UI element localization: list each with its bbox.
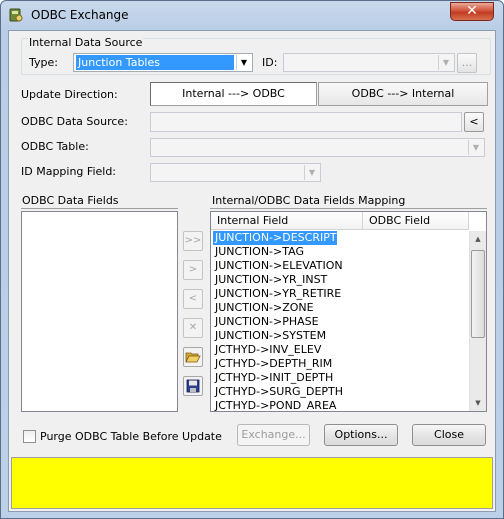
mapping-row[interactable]: JUNCTION->ELEVATION [213,259,343,273]
add-field-button[interactable]: > [183,260,203,280]
mapping-row[interactable]: JUNCTION->YR_RETIRE [213,287,341,301]
chevron-down-icon[interactable]: ▼ [236,55,251,70]
mapping-row[interactable]: JUNCTION->DESCRIPT [213,231,337,245]
mapping-scrollbar[interactable]: ▲ ▼ [469,231,486,411]
purge-table-checkbox[interactable] [23,430,36,443]
mapping-row[interactable]: JCTHYD->POND_AREA [213,399,336,411]
scroll-thumb[interactable] [471,250,485,338]
mapping-row[interactable]: JCTHYD->DEPTH_RIM [213,357,332,371]
type-select[interactable]: Junction Tables ▼ [73,53,253,72]
dialog-client-area: Internal Data Source Type: Junction Tabl… [8,30,496,512]
id-mapping-field-select[interactable]: ▼ [150,163,321,182]
direction-internal-to-odbc-button[interactable]: Internal ---> ODBC [150,82,317,106]
internal-data-source-title: Internal Data Source [28,36,144,49]
direction-odbc-to-internal-button[interactable]: ODBC ---> Internal [318,82,488,106]
odbc-data-source-field[interactable] [150,112,462,132]
odbc-data-fields-list[interactable] [21,211,178,412]
status-panel [11,457,493,509]
column-header-internal-field[interactable]: Internal Field [211,212,363,230]
close-button[interactable]: Close [412,424,486,446]
odbc-table-select[interactable]: ▼ [150,138,485,157]
remove-field-button[interactable]: < [183,289,203,309]
save-button[interactable] [183,376,203,396]
odbc-data-fields-title: ODBC Data Fields [22,194,119,207]
mapping-row[interactable]: JUNCTION->ZONE [213,301,314,315]
mapping-panel-title: Internal/ODBC Data Fields Mapping [212,194,406,207]
mapping-row[interactable]: JCTHYD->INV_ELEV [213,343,321,357]
open-folder-button[interactable] [183,347,203,367]
scroll-up-icon[interactable]: ▲ [470,231,486,247]
type-select-value: Junction Tables [76,55,234,70]
odbc-data-source-label: ODBC Data Source: [21,115,128,128]
odbc-exchange-window: ODBC Exchange ✕ Internal Data Source Typ… [0,0,504,519]
mapping-panel-divider [210,208,487,209]
chevron-down-icon[interactable]: ▼ [468,140,483,155]
add-all-fields-button[interactable]: >> [183,231,203,251]
mapping-row[interactable]: JUNCTION->YR_INST [213,273,327,287]
chevron-down-icon[interactable]: ▼ [438,55,453,70]
mapping-row[interactable]: JUNCTION->SYSTEM [213,329,326,343]
type-label: Type: [29,56,58,69]
chevron-down-icon[interactable]: ▼ [304,165,319,180]
column-header-odbc-field[interactable]: ODBC Field [363,212,469,230]
app-icon [9,8,23,22]
clear-mapping-button[interactable]: ✕ [183,318,203,338]
exchange-button[interactable]: Exchange... [237,424,310,446]
id-browse-button[interactable]: ... [457,53,477,73]
window-close-button[interactable]: ✕ [450,2,494,21]
purge-table-label[interactable]: Purge ODBC Table Before Update [40,430,222,443]
open-folder-icon [185,352,201,363]
scroll-down-icon[interactable]: ▼ [470,395,486,411]
save-icon [186,379,200,393]
update-direction-label: Update Direction: [21,88,118,101]
mapping-list[interactable]: Internal Field ODBC Field JUNCTION->DESC… [210,211,487,412]
id-label: ID: [262,56,278,69]
options-button[interactable]: Options... [324,424,398,446]
title-bar[interactable]: ODBC Exchange ✕ [1,1,503,29]
mapping-row[interactable]: JCTHYD->SURG_DEPTH [213,385,343,399]
window-title: ODBC Exchange [31,8,129,22]
mapping-row[interactable]: JUNCTION->TAG [213,245,304,259]
id-mapping-field-label: ID Mapping Field: [21,165,117,178]
odbc-data-fields-divider [21,208,178,209]
id-select-value [286,55,288,70]
odbc-data-source-button[interactable]: < [464,112,484,132]
mapping-row[interactable]: JUNCTION->PHASE [213,315,319,329]
mapping-row[interactable]: JCTHYD->INIT_DEPTH [213,371,333,385]
id-select[interactable]: ▼ [283,53,455,72]
odbc-table-label: ODBC Table: [21,140,89,153]
